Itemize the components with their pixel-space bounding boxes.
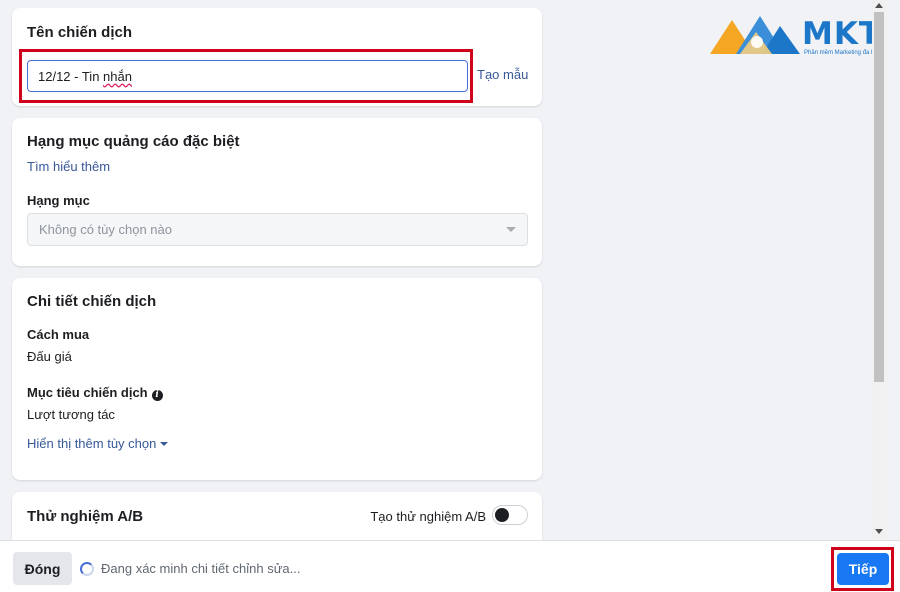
logo-wordmark: MKT: [802, 16, 882, 52]
objective-label-row: Mục tiêu chiến dịch i: [27, 385, 163, 401]
scrollbar-thumb[interactable]: [874, 12, 884, 382]
toggle-knob: [495, 508, 509, 522]
special-ad-category-card: Hạng mục quảng cáo đặc biệt Tìm hiểu thê…: [12, 118, 542, 266]
ab-test-toggle[interactable]: [492, 505, 528, 525]
ab-test-title: Thử nghiệm A/B: [27, 508, 144, 525]
create-template-link[interactable]: Tạo mẫu: [477, 67, 528, 82]
campaign-details-card: Chi tiết chiến dịch Cách mua Đấu giá Mục…: [12, 278, 542, 480]
ab-test-toggle-label: Tạo thử nghiệm A/B: [370, 509, 486, 524]
status-text: Đang xác minh chi tiết chỉnh sửa...: [101, 561, 301, 576]
category-label: Hạng mục: [27, 193, 90, 208]
category-select-placeholder: Không có tùy chọn nào: [39, 222, 172, 237]
buying-type-label: Cách mua: [27, 327, 90, 342]
show-more-options-label: Hiển thị thêm tùy chọn: [27, 436, 157, 451]
editor-scroll-area[interactable]: Tên chiến dịch 12/12 - Tin nhắn Tạo mẫu …: [0, 0, 886, 540]
special-ad-category-title: Hạng mục quảng cáo đặc biệt: [27, 133, 240, 150]
campaign-name-input[interactable]: 12/12 - Tin nhắn: [27, 60, 468, 92]
chevron-down-icon: [160, 442, 169, 446]
mkt-logo-mark-icon: [710, 16, 800, 54]
category-select[interactable]: Không có tùy chọn nào: [27, 213, 528, 246]
campaign-name-title: Tên chiến dịch: [27, 24, 133, 41]
mkt-logo: MKT Phần mềm Marketing đa kênh: [710, 12, 886, 62]
scroll-up-icon[interactable]: [875, 3, 883, 8]
loading-spinner-icon: [80, 562, 94, 576]
objective-label: Mục tiêu chiến dịch: [27, 385, 148, 400]
next-button[interactable]: Tiếp: [837, 553, 889, 585]
ab-test-card: Thử nghiệm A/B Tạo thử nghiệm A/B: [12, 492, 542, 540]
campaign-details-title: Chi tiết chiến dịch: [27, 293, 157, 310]
dialog-footer: Đóng Đang xác minh chi tiết chỉnh sửa...…: [0, 540, 900, 592]
campaign-name-card: Tên chiến dịch 12/12 - Tin nhắn Tạo mẫu: [12, 8, 542, 106]
learn-more-link[interactable]: Tìm hiểu thêm: [27, 159, 110, 174]
buying-type-value: Đấu giá: [27, 349, 72, 364]
show-more-options-link[interactable]: Hiển thị thêm tùy chọn: [27, 436, 169, 451]
campaign-name-misspelled-word: nhắn: [103, 68, 132, 84]
vertical-scrollbar[interactable]: [872, 0, 886, 540]
scroll-down-icon[interactable]: [875, 529, 883, 534]
caret-down-icon: [506, 227, 516, 232]
campaign-name-value: 12/12 - Tin: [38, 68, 104, 84]
close-button[interactable]: Đóng: [13, 552, 72, 585]
info-icon[interactable]: i: [151, 390, 163, 401]
objective-value: Lượt tương tác: [27, 407, 115, 422]
